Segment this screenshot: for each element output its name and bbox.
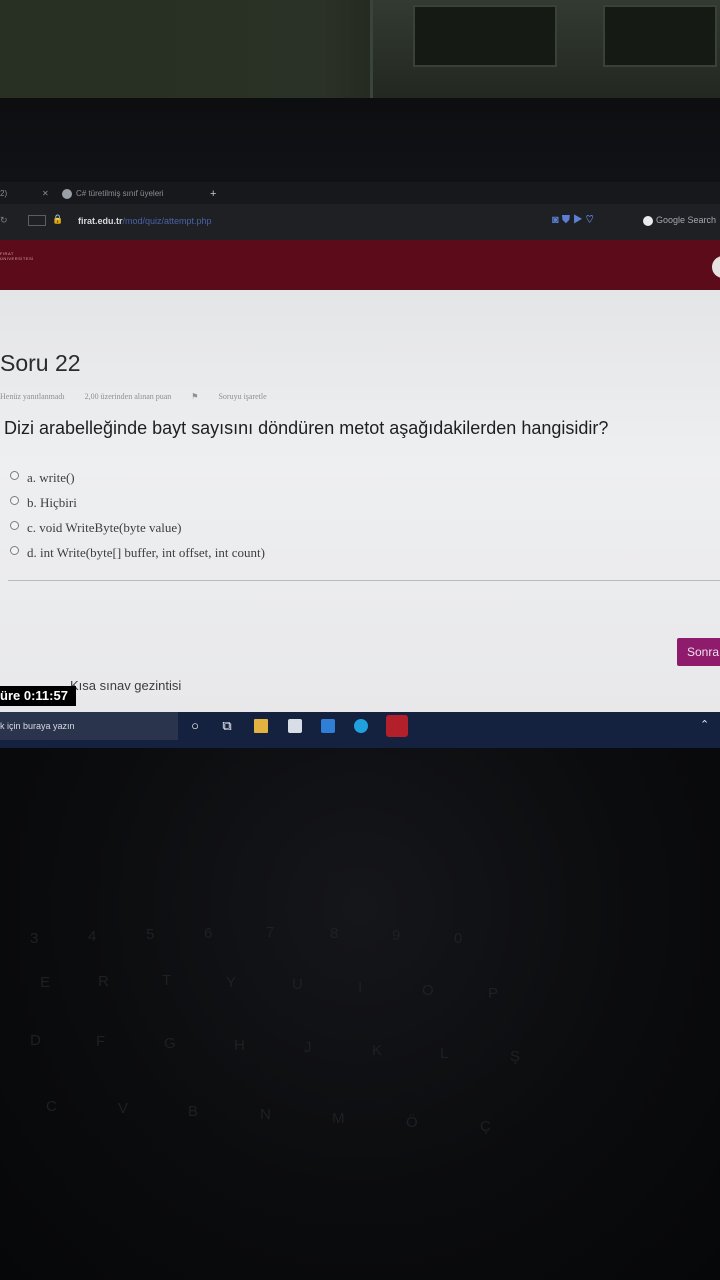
quiz-page: Soru 22 Henüz yanıtlanmadı 2,00 üzerinde… (0, 290, 720, 720)
heart-icon[interactable]: ♡ (586, 214, 594, 226)
key: 5 (146, 926, 155, 943)
laptop-bezel (0, 98, 720, 182)
timer-display: üre 0:11:57 (0, 686, 76, 706)
answer-option-d[interactable]: d. int Write(byte[] buffer, int offset, … (10, 545, 265, 561)
key: R (98, 973, 109, 990)
google-icon (643, 215, 653, 226)
key: 3 (30, 930, 39, 947)
answer-label: d. int Write(byte[] buffer, int offset, … (27, 545, 265, 560)
answer-option-c[interactable]: c. void WriteByte(byte value) (10, 520, 181, 536)
key: C (46, 1098, 57, 1115)
question-status: Henüz yanıtlanmadı (0, 392, 65, 401)
logo-line: ÜNİVERSİTESİ (0, 256, 34, 261)
url-path: /mod/quiz/attempt.php (122, 216, 212, 226)
key: Ç (480, 1118, 491, 1135)
key: M (332, 1110, 345, 1127)
answer-option-a[interactable]: a. write() (10, 470, 75, 486)
key: I (358, 979, 363, 996)
question-text: Dizi arabelleğinde bayt sayısını döndüre… (4, 418, 609, 438)
key: V (118, 1100, 129, 1117)
chrome-icon (62, 188, 72, 199)
photo-scene: 2) ✕ C# türetilmiş sınıf üyeleri + ↻ 🔒 f… (0, 0, 720, 1280)
quiz-navigation-link[interactable]: Kısa sınav gezintisi (70, 678, 181, 693)
radio-button[interactable] (10, 471, 19, 480)
room-background (0, 0, 720, 100)
tab-label: C# türetilmiş sınıf üyeleri (76, 189, 164, 198)
door (370, 0, 720, 100)
next-page-button[interactable]: Sonra (677, 638, 720, 666)
key: J (304, 1039, 312, 1056)
key: F (96, 1033, 106, 1050)
key: 8 (330, 925, 339, 942)
divider (8, 580, 720, 581)
play-icon[interactable]: ▶ (573, 214, 583, 226)
key: P (488, 985, 499, 1002)
question-info: Henüz yanıtlanmadı 2,00 üzerinden alınan… (0, 392, 303, 401)
tray-chevron-icon[interactable]: ⌃ (700, 718, 709, 731)
browser-tab[interactable]: C# türetilmiş sınıf üyeleri (62, 185, 202, 203)
question-points: 2,00 üzerinden alınan puan (84, 392, 172, 401)
radio-button[interactable] (10, 546, 19, 555)
site-header: FIRAT ÜNİVERSİTESİ (0, 240, 720, 296)
search-engine-label: Google Search (656, 215, 717, 225)
mail-icon[interactable] (321, 719, 335, 733)
key: Ş (510, 1048, 521, 1065)
flag-label: Soruyu işaretle (218, 392, 267, 401)
key: N (260, 1106, 271, 1123)
key: E (40, 974, 51, 991)
file-explorer-icon[interactable] (254, 719, 268, 733)
lock-icon: 🔒 (52, 214, 64, 224)
reload-icon[interactable]: ↻ (0, 215, 8, 226)
key: Y (226, 974, 237, 991)
question-title: Soru 22 (0, 350, 81, 376)
user-avatar[interactable] (712, 256, 720, 278)
laptop-keyboard: 3 4 5 6 7 8 9 0 E R T Y U I O P D F G H … (0, 748, 720, 1280)
taskbar-search-input[interactable]: k için buraya yazın (0, 712, 178, 740)
key: B (188, 1103, 199, 1120)
key: K (372, 1042, 383, 1059)
key: 6 (204, 925, 213, 942)
door-pane (413, 5, 557, 67)
key: G (164, 1035, 176, 1052)
university-logo[interactable]: FIRAT ÜNİVERSİTESİ (0, 251, 34, 261)
key: D (30, 1032, 41, 1049)
key: 4 (88, 928, 97, 945)
browser-tab-bar: 2) ✕ C# türetilmiş sınıf üyeleri + (0, 182, 720, 204)
store-icon[interactable] (288, 719, 302, 733)
extension-icons[interactable]: ◙ ⛊ ▶ ♡ (552, 214, 594, 227)
key: T (162, 972, 172, 989)
address-bar[interactable]: ↻ 🔒 firat.edu.tr/mod/quiz/attempt.php ◙ … (0, 204, 720, 240)
search-engine-box[interactable]: Google Search (643, 215, 716, 226)
key: 9 (392, 927, 401, 944)
key: 0 (454, 930, 463, 947)
new-tab-icon[interactable]: + (210, 185, 222, 203)
windows-taskbar: k için buraya yazın ○ ⧉ ⌃ (0, 712, 720, 748)
radio-button[interactable] (10, 521, 19, 530)
key: Ö (406, 1114, 418, 1131)
flag-icon: ⚑ (191, 392, 201, 401)
key: O (422, 982, 434, 999)
tab-label: 2) (0, 189, 8, 198)
radio-button[interactable] (10, 496, 19, 505)
edge-icon[interactable] (354, 719, 368, 733)
shield-icon[interactable]: ⛊ (562, 214, 570, 226)
url-text[interactable]: firat.edu.tr/mod/quiz/attempt.php (78, 216, 212, 226)
view-icon[interactable] (28, 215, 46, 226)
camera-icon[interactable]: ◙ (552, 214, 559, 226)
cortana-icon[interactable]: ○ (188, 719, 202, 733)
key: L (440, 1045, 449, 1062)
answer-label: c. void WriteByte(byte value) (27, 520, 182, 535)
key: H (234, 1037, 245, 1054)
answer-label: a. write() (27, 470, 75, 485)
key: 7 (266, 924, 275, 941)
answer-option-b[interactable]: b. Hiçbiri (10, 495, 77, 511)
url-domain: firat.edu.tr (78, 216, 123, 226)
task-view-icon[interactable]: ⧉ (220, 719, 234, 733)
key: U (292, 976, 303, 993)
door-pane (603, 5, 717, 67)
flag-question-link[interactable]: ⚑ Soruyu işaretle (191, 392, 284, 401)
opera-icon[interactable] (386, 715, 408, 737)
answer-label: b. Hiçbiri (27, 495, 77, 510)
close-tab-icon[interactable]: ✕ (42, 185, 56, 203)
